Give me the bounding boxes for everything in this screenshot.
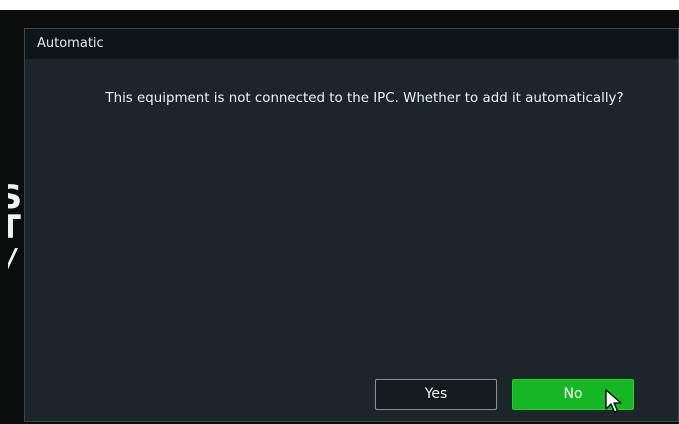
dialog-message: This equipment is not connected to the I…: [105, 91, 624, 106]
mouse-pointer-icon: [605, 389, 622, 413]
automatic-dialog: Automatic This equipment is not connecte…: [24, 28, 679, 422]
yes-button[interactable]: Yes: [375, 379, 497, 410]
background-slash-fragment: [8, 248, 24, 278]
dialog-title: Automatic: [25, 29, 678, 59]
